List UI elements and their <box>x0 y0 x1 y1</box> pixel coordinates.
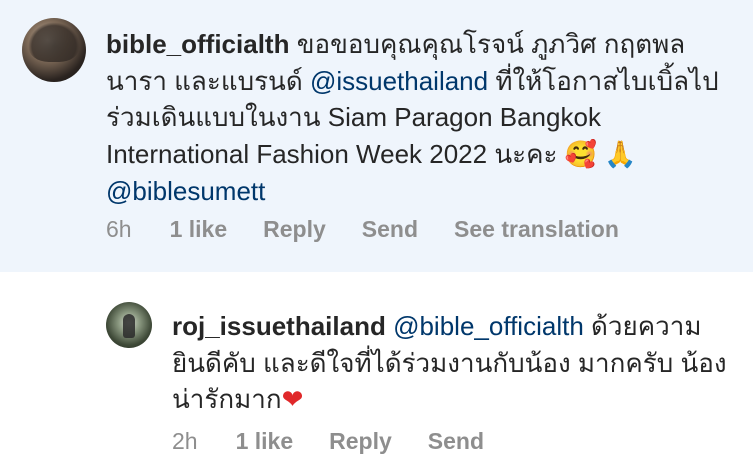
comment-meta: 2h 1 like Reply Send <box>172 428 520 455</box>
comment-username[interactable]: bible_officialth <box>106 29 289 59</box>
mention-link[interactable]: @bible_officialth <box>393 311 584 341</box>
comment-body: roj_issuethailand @bible_officialth ด้วย… <box>172 308 732 419</box>
comment-meta: 6h 1 like Reply Send See translation <box>106 216 655 243</box>
send-button[interactable]: Send <box>428 428 484 455</box>
like-count-link[interactable]: 1 like <box>170 216 228 243</box>
folded-hands-emoji: 🙏 <box>604 139 637 170</box>
send-button[interactable]: Send <box>362 216 418 243</box>
comment-timestamp: 6h <box>106 216 132 242</box>
reply-button[interactable]: Reply <box>329 428 392 455</box>
like-count-link[interactable]: 1 like <box>236 428 294 455</box>
reply-button[interactable]: Reply <box>263 216 326 243</box>
see-translation-button[interactable]: See translation <box>454 216 619 243</box>
comment-username[interactable]: roj_issuethailand <box>172 311 386 341</box>
comment-timestamp: 2h <box>172 428 198 454</box>
reply-item: roj_issuethailand @bible_officialth ด้วย… <box>0 272 753 474</box>
avatar[interactable] <box>22 18 86 82</box>
mention-link[interactable]: @issuethailand <box>310 66 488 96</box>
mention-link[interactable]: @biblesumett <box>106 176 265 206</box>
red-heart-emoji: ❤ <box>281 385 304 415</box>
comment-body: bible_officialth ขอขอบคุณคุณโรจน์ ภูภวิศ… <box>106 26 736 210</box>
smiling-face-with-hearts-emoji: 🥰 <box>564 139 598 170</box>
comment-item: bible_officialth ขอขอบคุณคุณโรจน์ ภูภวิศ… <box>0 0 753 272</box>
avatar[interactable] <box>106 302 152 348</box>
